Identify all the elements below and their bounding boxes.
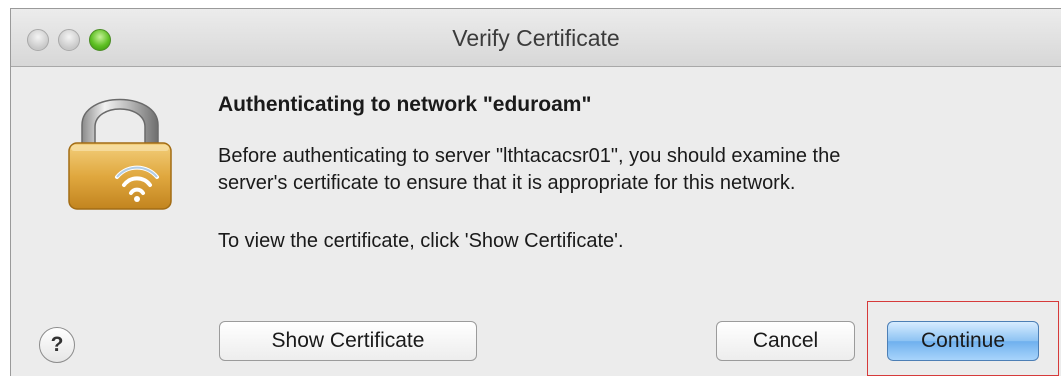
verify-certificate-window: Verify Certificate Authenticating to net…	[10, 8, 1061, 376]
dialog-heading: Authenticating to network "eduroam"	[218, 93, 592, 116]
help-button[interactable]: ?	[39, 327, 75, 363]
title-bar[interactable]: Verify Certificate	[11, 9, 1061, 67]
dialog-message: Before authenticating to server "lthtaca…	[218, 143, 1018, 197]
show-certificate-button[interactable]: Show Certificate	[219, 321, 477, 361]
wifi-lock-icon	[68, 98, 172, 210]
cancel-button[interactable]: Cancel	[716, 321, 855, 361]
message-line-2: server's certificate to ensure that it i…	[218, 172, 796, 194]
continue-button[interactable]: Continue	[887, 321, 1039, 361]
message-line-1: Before authenticating to server "lthtaca…	[218, 145, 841, 167]
dialog-instruction: To view the certificate, click 'Show Cer…	[218, 230, 624, 252]
window-title: Verify Certificate	[452, 25, 620, 51]
